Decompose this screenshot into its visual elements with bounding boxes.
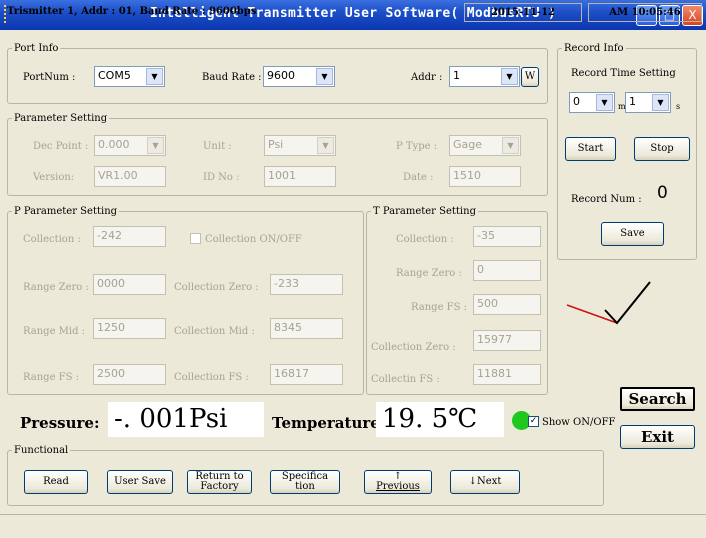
stop-button[interactable]: Stop: [634, 137, 690, 161]
chevron-down-icon: ▼: [501, 68, 518, 85]
record-second-select[interactable]: 1 ▼: [625, 92, 671, 113]
portnum-value: COM5: [98, 69, 131, 82]
p-collection-fs-label: Collection FS :: [174, 372, 249, 383]
specification-button[interactable]: Specifica tion: [270, 470, 340, 494]
t-range-fs-field[interactable]: 500: [473, 294, 541, 315]
unit-label: Unit :: [203, 141, 232, 152]
show-onoff-label: Show ON/OFF: [542, 417, 616, 428]
t-collection-zero-field[interactable]: 15977: [473, 330, 541, 351]
record-minute-select[interactable]: 0 ▼: [569, 92, 615, 113]
p-collection-mid-field[interactable]: 8345: [270, 318, 343, 339]
collection-onoff-label: Collection ON/OFF: [205, 234, 302, 245]
portnum-label: PortNum :: [23, 72, 76, 83]
t-collection-field[interactable]: -35: [473, 226, 541, 247]
p-collection-label: Collection :: [23, 234, 81, 245]
record-save-button[interactable]: Save: [601, 222, 664, 246]
pressure-value: -. 001Psi: [108, 402, 264, 437]
t-range-fs-label: Range FS :: [411, 302, 467, 313]
p-collection-mid-label: Collection Mid :: [174, 326, 255, 337]
status-bar: [0, 514, 706, 538]
t-collection-fs-label: Collectin FS :: [371, 374, 440, 385]
date-label: Date :: [403, 172, 434, 183]
start-button[interactable]: Start: [565, 137, 616, 161]
previous-label: Previous: [376, 481, 420, 492]
id-no-label: ID No :: [203, 172, 240, 183]
previous-button[interactable]: ↑ Previous: [364, 470, 432, 494]
record-time-label: Record Time Setting: [571, 68, 676, 79]
p-range-fs-label: Range FS :: [23, 372, 79, 383]
show-onoff-checkbox[interactable]: ✓: [528, 416, 539, 427]
pressure-label: Pressure:: [20, 414, 100, 432]
record-minute-value: 0: [573, 95, 580, 108]
write-button[interactable]: W: [521, 67, 539, 87]
p-range-fs-field[interactable]: 2500: [93, 364, 166, 385]
p-collection-fs-field[interactable]: 16817: [270, 364, 343, 385]
chevron-down-icon: ▼: [316, 68, 333, 85]
dec-point-label: Dec Point :: [33, 141, 89, 152]
addr-select[interactable]: 1 ▼: [449, 66, 520, 87]
parameter-setting-legend: Parameter Setting: [14, 113, 108, 124]
date-field[interactable]: 1510: [449, 166, 521, 187]
baud-rate-label: Baud Rate :: [202, 72, 262, 83]
ptype-label: P Type :: [396, 141, 438, 152]
chevron-down-icon: ▼: [652, 94, 669, 111]
exit-button[interactable]: Exit: [620, 425, 695, 449]
temperature-label: Temperature:: [272, 414, 386, 432]
t-range-zero-label: Range Zero :: [396, 268, 462, 279]
p-range-zero-label: Range Zero :: [23, 282, 89, 293]
t-parameter-legend: T Parameter Setting: [373, 206, 476, 217]
collection-onoff-checkbox[interactable]: [190, 233, 201, 244]
status-date: 2015-11-12: [464, 3, 582, 22]
temperature-value: 19. 5℃: [376, 402, 504, 437]
ptype-value: Gage: [453, 138, 483, 151]
ptype-select[interactable]: Gage ▼: [449, 135, 521, 156]
unit-value: Psi: [268, 138, 284, 151]
p-range-zero-field[interactable]: 0000: [93, 274, 166, 295]
read-button[interactable]: Read: [24, 470, 88, 494]
chevron-down-icon: ▼: [146, 68, 163, 85]
p-range-mid-label: Range Mid :: [23, 326, 86, 337]
p-collection-field[interactable]: -242: [93, 226, 166, 247]
t-collection-label: Collection :: [396, 234, 454, 245]
record-info-legend: Record Info: [564, 43, 624, 54]
t-collection-zero-label: Collection Zero :: [371, 342, 456, 353]
record-num-label: Record Num :: [571, 194, 642, 205]
status-time: AM 10:05:46: [588, 3, 702, 22]
port-info-legend: Port Info: [14, 43, 59, 54]
chevron-down-icon: ▼: [596, 94, 613, 111]
chevron-down-icon: ▼: [147, 137, 164, 154]
addr-value: 1: [453, 69, 460, 82]
p-collection-zero-field[interactable]: -233: [270, 274, 343, 295]
return-to-factory-button[interactable]: Return to Factory: [187, 470, 252, 494]
t-range-zero-field[interactable]: 0: [473, 260, 541, 281]
p-collection-zero-label: Collection Zero :: [174, 282, 259, 293]
baud-rate-select[interactable]: 9600 ▼: [263, 66, 335, 87]
chevron-down-icon: ▼: [317, 137, 334, 154]
id-no-field[interactable]: 1001: [264, 166, 336, 187]
portnum-select[interactable]: COM5 ▼: [94, 66, 165, 87]
version-label: Version:: [33, 172, 75, 183]
next-button[interactable]: ↓Next: [450, 470, 520, 494]
baud-rate-value: 9600: [267, 69, 295, 82]
return-line2: Factory: [200, 481, 239, 492]
unit-select[interactable]: Psi ▼: [264, 135, 336, 156]
chevron-down-icon: ▼: [502, 137, 519, 154]
second-unit: s: [676, 102, 681, 111]
status-connection: Trismitter 1, Addr : 01, Baud Rate : 960…: [7, 6, 257, 17]
search-button[interactable]: Search: [620, 387, 695, 411]
dec-point-value: 0.000: [98, 138, 130, 151]
spec-line2: tion: [295, 481, 315, 492]
p-range-mid-field[interactable]: 1250: [93, 318, 166, 339]
version-field[interactable]: VR1.00: [94, 166, 166, 187]
functional-legend: Functional: [14, 445, 69, 456]
checkmark-icon: [566, 281, 651, 325]
p-parameter-legend: P Parameter Setting: [14, 206, 118, 217]
user-save-button[interactable]: User Save: [107, 470, 173, 494]
record-second-value: 1: [629, 95, 636, 108]
t-collection-fs-field[interactable]: 11881: [473, 364, 541, 385]
record-num-value: 0: [657, 183, 668, 203]
addr-label: Addr :: [411, 72, 443, 83]
dec-point-select[interactable]: 0.000 ▼: [94, 135, 166, 156]
